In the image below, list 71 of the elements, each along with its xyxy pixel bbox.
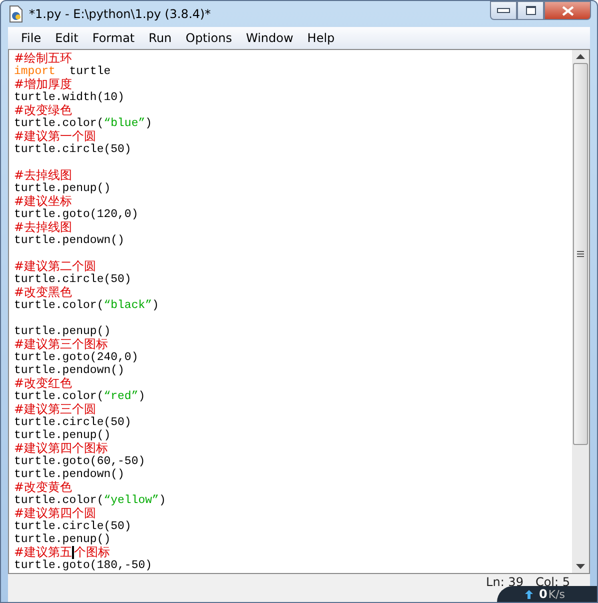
code-string: “black” [104, 299, 152, 312]
code-comment: #绘制五环 [14, 52, 72, 65]
code-text: turtle.penup() [14, 325, 111, 338]
code-comment: #去掉线图 [14, 221, 72, 234]
code-text: turtle.penup() [14, 182, 111, 195]
code-text: turtle.color( [14, 117, 104, 130]
code-text: turtle.color( [14, 390, 104, 403]
speed-unit: K/s [548, 588, 566, 600]
code-text: turtle.pendown() [14, 468, 124, 481]
code-text: turtle.circle(50) [14, 520, 132, 533]
code-comment: #建议第五 [14, 546, 72, 559]
close-button[interactable] [544, 1, 591, 20]
code-text: turtle.goto(180,-50) [14, 559, 152, 572]
code-text: turtle.circle(50) [14, 273, 132, 286]
code-text: turtle.goto(120,0) [14, 208, 138, 221]
code-text: turtle.circle(50) [14, 416, 132, 429]
text-cursor [72, 546, 74, 559]
code-comment: #增加厚度 [14, 78, 72, 91]
code-comment: #建议第一个圆 [14, 130, 96, 143]
menu-item[interactable]: Help [300, 31, 342, 45]
menu-item[interactable]: Format [85, 31, 142, 45]
code-text: turtle.goto(240,0) [14, 351, 138, 364]
maximize-button[interactable] [517, 1, 544, 20]
close-icon [562, 6, 574, 16]
code-text: ) [158, 494, 166, 507]
minimize-button[interactable] [490, 1, 517, 20]
code-string: “red” [104, 390, 138, 403]
upload-arrow-icon [525, 590, 533, 598]
code-comment: #建议第四个图标 [14, 442, 108, 455]
window-title: *1.py - E:\python\1.py (3.8.4)* [29, 7, 212, 21]
code-comment: #改变黄色 [14, 481, 72, 494]
code-text: turtle.width(10) [14, 91, 124, 104]
menu-item[interactable]: File [14, 31, 48, 45]
code-text: turtle.pendown() [14, 364, 124, 377]
code-comment: #改变黑色 [14, 286, 72, 299]
line-number: Ln: 39 [486, 575, 524, 589]
code-text: turtle.pendown() [14, 234, 124, 247]
code-comment: #建议第二个圆 [14, 260, 96, 273]
scroll-up-icon[interactable] [576, 54, 585, 59]
vertical-scrollbar[interactable] [572, 50, 589, 573]
code-string: “blue” [104, 117, 146, 130]
menu-item[interactable]: Edit [48, 31, 86, 45]
code-text: ) [145, 117, 152, 130]
code-text: turtle.goto(60,-50) [14, 455, 146, 468]
code-text: turtle [68, 65, 111, 78]
speed-value: 0 [539, 587, 548, 601]
code-text: turtle.penup() [14, 429, 111, 442]
scroll-down-icon[interactable] [576, 564, 585, 569]
scrollbar-thumb[interactable] [573, 63, 588, 445]
code-text: turtle.color( [14, 299, 104, 312]
code-string: “yellow” [104, 494, 159, 507]
code-comment: #建议第四个圆 [14, 507, 96, 520]
code-comment: 个图标 [74, 546, 110, 559]
code-text: ) [138, 390, 146, 403]
code-comment: #改变绿色 [14, 104, 72, 117]
code-comment: #改变红色 [14, 377, 72, 390]
code-comment: #建议第三个图标 [14, 338, 108, 351]
menu-item[interactable]: Run [142, 31, 179, 45]
menu-item[interactable]: Options [178, 31, 239, 45]
code-comment: #建议第三个圆 [14, 403, 96, 416]
python-file-icon [8, 5, 24, 23]
grip-icon [577, 251, 584, 257]
code-text: turtle.penup() [14, 533, 111, 546]
menu-item[interactable]: Window [238, 31, 300, 45]
code-text: turtle.circle(50) [14, 143, 132, 156]
code-comment: #去掉线图 [14, 169, 72, 182]
code-keyword: import [14, 65, 56, 78]
column-number: Col: 5 [535, 575, 570, 589]
code-text: ) [152, 299, 159, 312]
code-comment: #建议坐标 [14, 195, 72, 208]
code-text: turtle.color( [14, 494, 104, 507]
